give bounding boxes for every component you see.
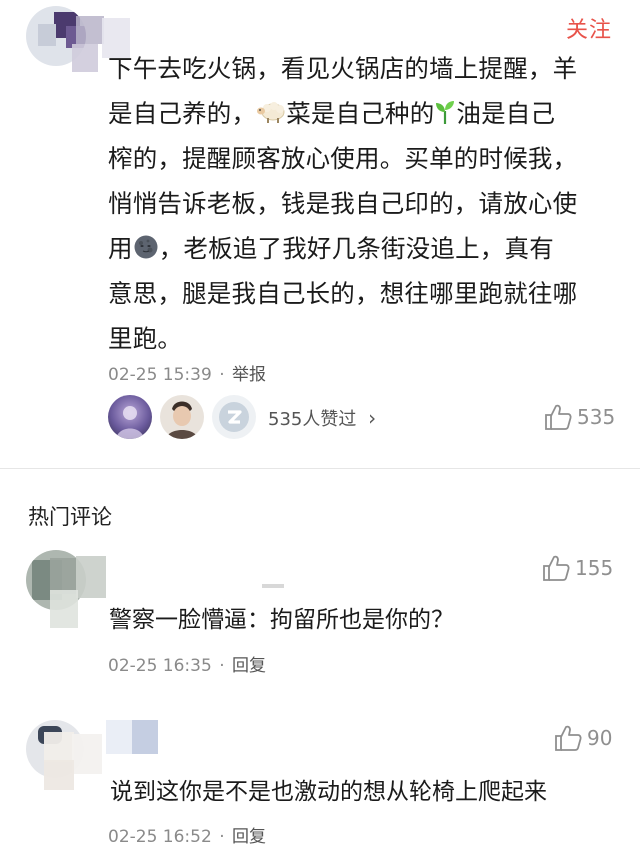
comment-2-reply-button[interactable]: 回复: [232, 827, 266, 847]
liker-avatar-2-image: [166, 401, 198, 439]
report-button[interactable]: 举报: [232, 365, 266, 385]
meta-separator: ·: [219, 365, 225, 385]
comment-1-reply-button[interactable]: 回复: [232, 656, 266, 676]
liker-avatar-1[interactable]: [108, 395, 152, 439]
post-line-2: 是自己养的， 菜是自己种的 油是自己: [108, 99, 556, 128]
post-timestamp: 02-25 15:39: [108, 365, 212, 385]
liker-avatar-2[interactable]: [160, 395, 204, 439]
follow-button[interactable]: 关注: [566, 12, 612, 44]
thumbs-up-icon: [543, 555, 570, 581]
comment-1-timestamp: 02-25 16:35: [108, 656, 212, 676]
sheep-emoji-icon: [257, 102, 285, 123]
comment-1-like-count: 155: [575, 556, 614, 580]
likers-count-text: 535人赞过: [268, 409, 357, 430]
liker-avatar-3[interactable]: [212, 395, 256, 439]
meta-separator: ·: [219, 827, 225, 847]
comment-2-like-button[interactable]: 90: [553, 723, 612, 753]
new-moon-face-emoji-icon: [134, 235, 158, 259]
post-like-button[interactable]: 535: [543, 402, 615, 432]
post-line-1: 下午去吃火锅，看见火锅店的墙上提醒，羊: [108, 54, 578, 83]
liker-avatar-1-image: [116, 406, 144, 439]
comment-2-meta: 02-25 16:52 · 回复: [108, 822, 266, 847]
chevron-right-icon: ›: [368, 406, 377, 430]
comment-1-text: 警察一脸懵逼：拘留所也是你的？: [109, 607, 454, 633]
post-line-3: 榨的，提醒顾客放心使用。买单的时候我，: [108, 144, 578, 173]
post-line-6: 意思，腿是我自己长的，想往哪里跑就往哪: [108, 279, 578, 308]
comment-1-like-button[interactable]: 155: [541, 553, 613, 583]
thumbs-up-icon: [545, 404, 572, 430]
post-line-4: 悄悄告诉老板，钱是我自己印的，请放心使: [108, 189, 578, 218]
meta-separator: ·: [219, 656, 225, 676]
post-like-count: 535: [577, 405, 616, 429]
username-redaction: [262, 584, 284, 588]
thumbs-up-icon: [555, 725, 582, 751]
comment-2-like-count: 90: [587, 726, 613, 750]
comment-2-text: 说到这你是不是也激动的想从轮椅上爬起来: [110, 779, 547, 805]
post-line-5: 用 ，老板追了我好几条街没追上，真有: [108, 234, 554, 263]
seedling-emoji-icon: [436, 101, 455, 124]
comment-1-avatar[interactable]: [26, 550, 110, 630]
post-text: 下午去吃火锅，看见火锅店的墙上提醒，羊 是自己养的， 菜是自己种的 油是自己 榨…: [108, 46, 616, 361]
section-divider: [0, 468, 640, 469]
post-line-7: 里跑。: [108, 324, 183, 353]
comment-2-timestamp: 02-25 16:52: [108, 827, 212, 847]
post-author-avatar[interactable]: [26, 6, 130, 80]
hot-comments-title: 热门评论: [28, 505, 112, 529]
default-avatar-icon: [219, 402, 249, 432]
likers-link[interactable]: 535人赞过 ›: [268, 405, 376, 431]
post-meta: 02-25 15:39 · 举报: [108, 360, 266, 385]
comment-1-meta: 02-25 16:35 · 回复: [108, 651, 266, 676]
